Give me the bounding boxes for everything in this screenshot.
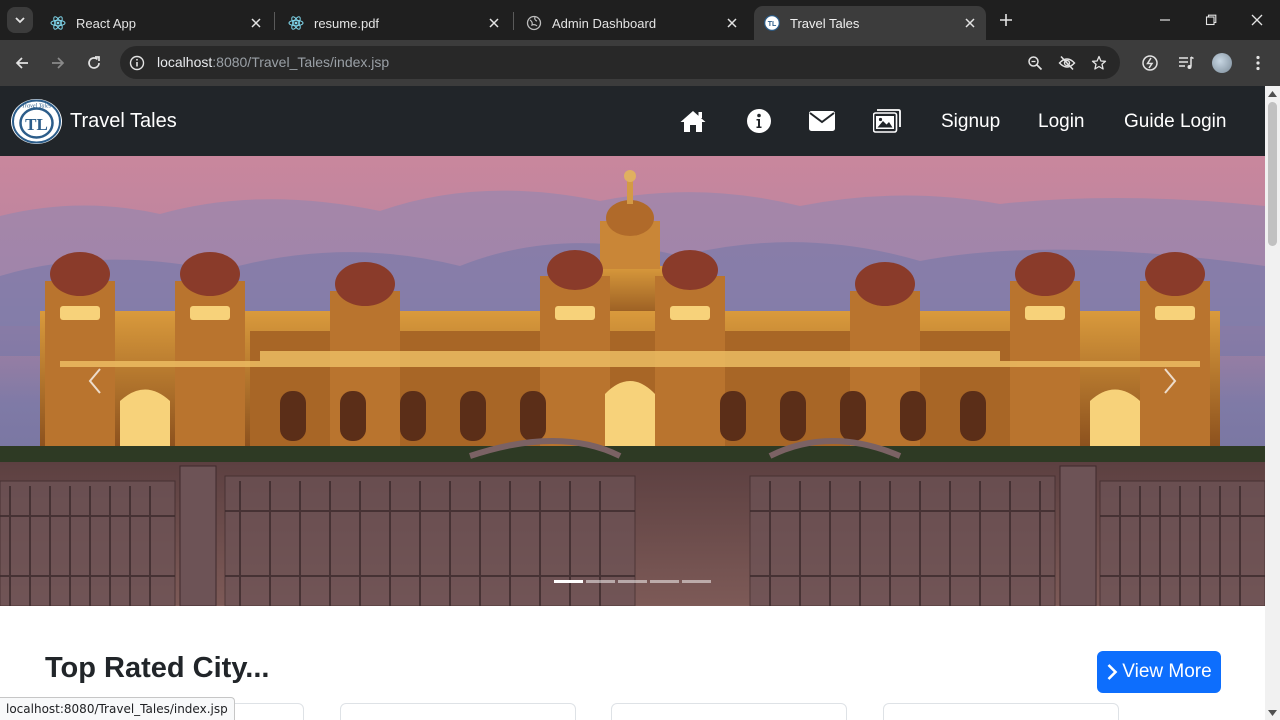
tab-resume[interactable]: resume.pdf — [278, 6, 510, 40]
home-icon[interactable] — [679, 108, 707, 134]
zoom-icon[interactable] — [1026, 54, 1044, 72]
tab-title: Travel Tales — [790, 15, 860, 31]
chevron-right-icon — [1164, 368, 1177, 394]
minimize-icon — [1160, 19, 1170, 21]
tab-separator — [274, 12, 275, 30]
envelope-icon[interactable] — [808, 108, 836, 134]
scrollbar-thumb[interactable] — [1268, 102, 1277, 246]
forward-button[interactable] — [48, 53, 68, 73]
logo-mark: TL — [25, 115, 48, 134]
arrow-left-icon — [15, 57, 28, 69]
info-icon[interactable] — [745, 108, 773, 134]
globe-icon — [526, 15, 542, 31]
browser-tab-bar: React App resume.pdf Admin Dashboard TL … — [0, 0, 1280, 40]
menu-kebab-icon[interactable] — [1248, 53, 1268, 73]
view-more-button[interactable]: View More — [1097, 651, 1221, 693]
carousel-next-button[interactable] — [1155, 361, 1185, 401]
media-controls-icon[interactable] — [1176, 53, 1196, 73]
minimize-button[interactable] — [1155, 10, 1175, 30]
logo-text: Travel Tales — [22, 104, 52, 110]
tab-react-app[interactable]: React App — [40, 6, 272, 40]
back-button[interactable] — [12, 53, 32, 73]
travel-tales-favicon: TL — [764, 15, 780, 31]
site-navbar: Travel Tales TL Travel Tales Signup Logi… — [0, 86, 1265, 156]
reload-icon — [88, 56, 100, 69]
tab-title: React App — [76, 15, 136, 31]
svg-text:TL: TL — [768, 21, 777, 28]
carousel-prev-button[interactable] — [80, 361, 110, 401]
reload-button[interactable] — [84, 53, 104, 73]
carousel-indicator[interactable] — [618, 580, 647, 583]
site-logo[interactable]: Travel Tales TL — [11, 99, 62, 144]
url-path: :8080/Travel_Tales/index.jsp — [212, 54, 390, 70]
palace-photo — [0, 156, 1265, 606]
carousel-indicator[interactable] — [586, 580, 615, 583]
close-tab-icon[interactable] — [724, 15, 740, 31]
nav-login-link[interactable]: Login — [1038, 111, 1085, 133]
brand-name[interactable]: Travel Tales — [70, 110, 177, 133]
close-tab-icon[interactable] — [962, 15, 978, 31]
tab-separator — [513, 12, 514, 30]
extension-icon[interactable] — [1140, 53, 1160, 73]
plus-icon — [1000, 14, 1012, 26]
new-tab-button[interactable] — [996, 10, 1016, 30]
page-scrollbar[interactable] — [1265, 86, 1280, 720]
close-tab-icon[interactable] — [248, 15, 264, 31]
tab-title: Admin Dashboard — [552, 15, 657, 31]
restore-button[interactable] — [1201, 10, 1221, 30]
bookmark-star-icon[interactable] — [1090, 54, 1108, 72]
view-more-label: View More — [1122, 661, 1212, 682]
city-card[interactable] — [340, 703, 576, 720]
carousel-indicator[interactable] — [682, 580, 711, 583]
tab-title: resume.pdf — [314, 15, 380, 31]
site-info-icon[interactable] — [129, 55, 145, 71]
nav-signup-link[interactable]: Signup — [941, 111, 1000, 133]
city-card[interactable] — [883, 703, 1119, 720]
tab-travel-tales[interactable]: TL Travel Tales — [754, 6, 986, 40]
chevron-right-icon — [1107, 664, 1118, 680]
react-icon — [50, 15, 66, 31]
profile-avatar[interactable] — [1212, 53, 1232, 73]
tab-search-button[interactable] — [7, 7, 33, 33]
page-viewport: Travel Tales TL Travel Tales Signup Logi… — [0, 86, 1265, 720]
carousel-indicator[interactable] — [554, 580, 583, 583]
close-tab-icon[interactable] — [486, 15, 502, 31]
restore-icon — [1205, 14, 1217, 26]
carousel-indicator[interactable] — [650, 580, 679, 583]
carousel-indicators — [554, 580, 711, 583]
close-window-button[interactable] — [1247, 10, 1267, 30]
close-icon — [1251, 14, 1263, 26]
chevron-left-icon — [88, 368, 101, 394]
react-icon — [288, 15, 304, 31]
tab-admin-dashboard[interactable]: Admin Dashboard — [516, 6, 748, 40]
images-icon[interactable] — [873, 108, 901, 134]
scroll-up-arrow-icon[interactable] — [1268, 89, 1277, 98]
chevron-down-icon — [15, 17, 25, 24]
nav-guide-login-link[interactable]: Guide Login — [1124, 111, 1226, 133]
address-bar[interactable]: localhost:8080/Travel_Tales/index.jsp — [120, 46, 1120, 79]
url-host: localhost — [157, 54, 213, 70]
city-card[interactable] — [611, 703, 847, 720]
section-title: Top Rated City... — [45, 652, 270, 684]
link-status-bar: localhost:8080/Travel_Tales/index.jsp — [0, 697, 235, 720]
hero-carousel — [0, 156, 1265, 606]
scroll-down-arrow-icon[interactable] — [1268, 708, 1277, 717]
eye-off-icon[interactable] — [1058, 54, 1076, 72]
url-text[interactable]: localhost:8080/Travel_Tales/index.jsp — [157, 54, 389, 70]
browser-toolbar: localhost:8080/Travel_Tales/index.jsp — [0, 40, 1280, 86]
arrow-right-icon — [52, 57, 65, 69]
